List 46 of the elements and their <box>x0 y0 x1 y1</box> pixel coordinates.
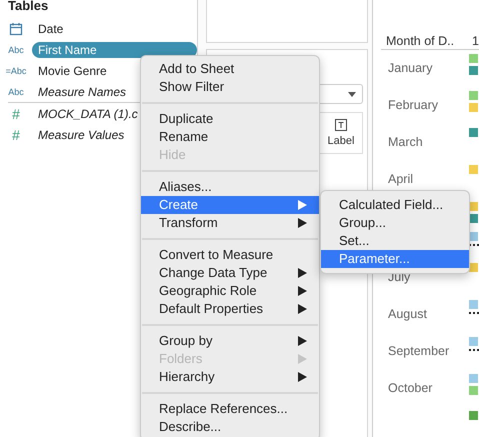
string-type-icon: Abc <box>8 86 24 96</box>
menu-item[interactable]: Aliases... <box>141 178 319 196</box>
calendar-icon <box>9 22 23 36</box>
menu-item[interactable]: Convert to Measure <box>141 246 319 264</box>
row-label: August <box>387 306 428 323</box>
menu-item[interactable]: Show Filter <box>141 78 319 96</box>
string-type-icon: =Abc <box>6 66 26 76</box>
menu-item[interactable]: Change Data Type <box>141 264 319 282</box>
field-item[interactable]: Measure Values <box>32 126 130 142</box>
row-label: April <box>387 170 414 188</box>
text-icon <box>335 119 347 131</box>
number-type-icon: # <box>12 106 20 122</box>
column-header: Month of D.. <box>385 34 456 48</box>
row-label: January <box>387 60 434 77</box>
menu-item[interactable]: Set... <box>321 232 469 250</box>
row-label: September <box>387 342 450 360</box>
field-item[interactable]: First Name <box>32 42 197 58</box>
field-item[interactable]: MOCK_DATA (1).c <box>32 106 144 122</box>
menu-item[interactable]: Parameter... <box>321 250 469 268</box>
section-title: Tables <box>7 0 50 15</box>
field-item[interactable]: Measure Names <box>32 84 132 100</box>
row-label: October <box>387 380 434 397</box>
number-type-icon: # <box>12 126 20 142</box>
menu-item[interactable]: Geographic Role <box>141 282 319 300</box>
more-dots-icon <box>469 348 479 352</box>
menu-item[interactable]: Group... <box>321 214 469 232</box>
row-label: March <box>387 134 424 151</box>
menu-item[interactable]: Hierarchy <box>141 368 319 386</box>
menu-item[interactable]: Transform <box>141 214 319 232</box>
caret-icon <box>348 92 356 96</box>
menu-item[interactable]: Duplicate <box>141 110 319 128</box>
field-item[interactable]: Date <box>32 20 70 36</box>
menu-item[interactable]: Create <box>141 196 319 214</box>
menu-item[interactable]: Group by <box>141 332 319 350</box>
field-item[interactable]: Movie Genre <box>32 62 113 78</box>
menu-item[interactable]: Calculated Field... <box>321 196 469 214</box>
menu-item[interactable]: Default Properties <box>141 300 319 318</box>
menu-item[interactable]: Describe... <box>141 418 319 436</box>
more-dots-icon <box>469 312 479 315</box>
menu-item[interactable]: Rename <box>141 128 319 146</box>
string-type-icon: Abc <box>8 44 24 54</box>
column-header: 1 <box>472 34 479 48</box>
menu-item[interactable]: Replace References... <box>141 400 319 418</box>
menu-item[interactable]: Add to Sheet <box>141 60 319 78</box>
label-button[interactable]: Label <box>319 112 363 154</box>
row-label: February <box>387 96 440 114</box>
